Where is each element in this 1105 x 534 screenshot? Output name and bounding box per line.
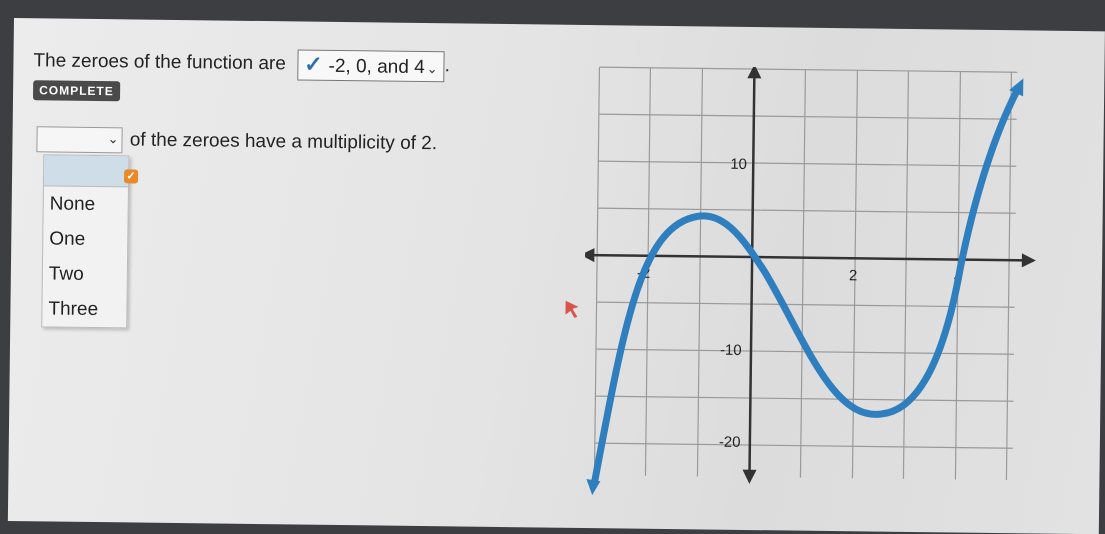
check-icon: ✓ [123, 169, 139, 184]
multiplicity-dropdown: None One Two Three [41, 154, 130, 329]
dropdown-option-three[interactable]: Three [42, 291, 126, 327]
function-curve [590, 86, 1021, 487]
dropdown-option-one[interactable]: One [43, 221, 127, 257]
question-1: The zeroes of the function are ✓ -2, 0, a… [33, 46, 451, 83]
status-badge: COMPLETE [32, 80, 120, 102]
mouse-cursor-icon [565, 300, 579, 318]
y-tick-label: 20 [745, 65, 762, 69]
check-icon: ✓ [304, 51, 323, 77]
dropdown-blank-option[interactable] [43, 155, 129, 188]
dropdown-option-two[interactable]: Two [43, 256, 127, 292]
question-panel: The zeroes of the function are ✓ -2, 0, a… [7, 18, 1105, 534]
zeroes-answer-select[interactable]: ✓ -2, 0, and 4 ⌄ [296, 49, 445, 83]
question-1-suffix: . [444, 55, 451, 77]
function-graph: 20 10 -10 -20 -2 2 4 [582, 65, 1036, 496]
chevron-down-icon: ⌄ [107, 131, 119, 147]
y-tick-label: -20 [719, 434, 741, 451]
question-2-text: of the zeroes have a multiplicity of 2. [129, 129, 438, 155]
dropdown-option-none[interactable]: None [44, 186, 128, 222]
question-1-prefix: The zeroes of the function are [33, 50, 287, 75]
y-tick-label: 10 [730, 156, 747, 173]
chevron-down-icon: ⌄ [426, 61, 438, 77]
multiplicity-select[interactable]: ⌄ [36, 126, 123, 154]
zeroes-answer-value: -2, 0, and 4 [328, 55, 425, 79]
curve-arrow-start [586, 479, 601, 496]
question-2: ⌄ of the zeroes have a multiplicity of 2… [36, 126, 437, 157]
x-tick-label: 2 [849, 267, 858, 284]
y-tick-label: -10 [720, 342, 742, 359]
